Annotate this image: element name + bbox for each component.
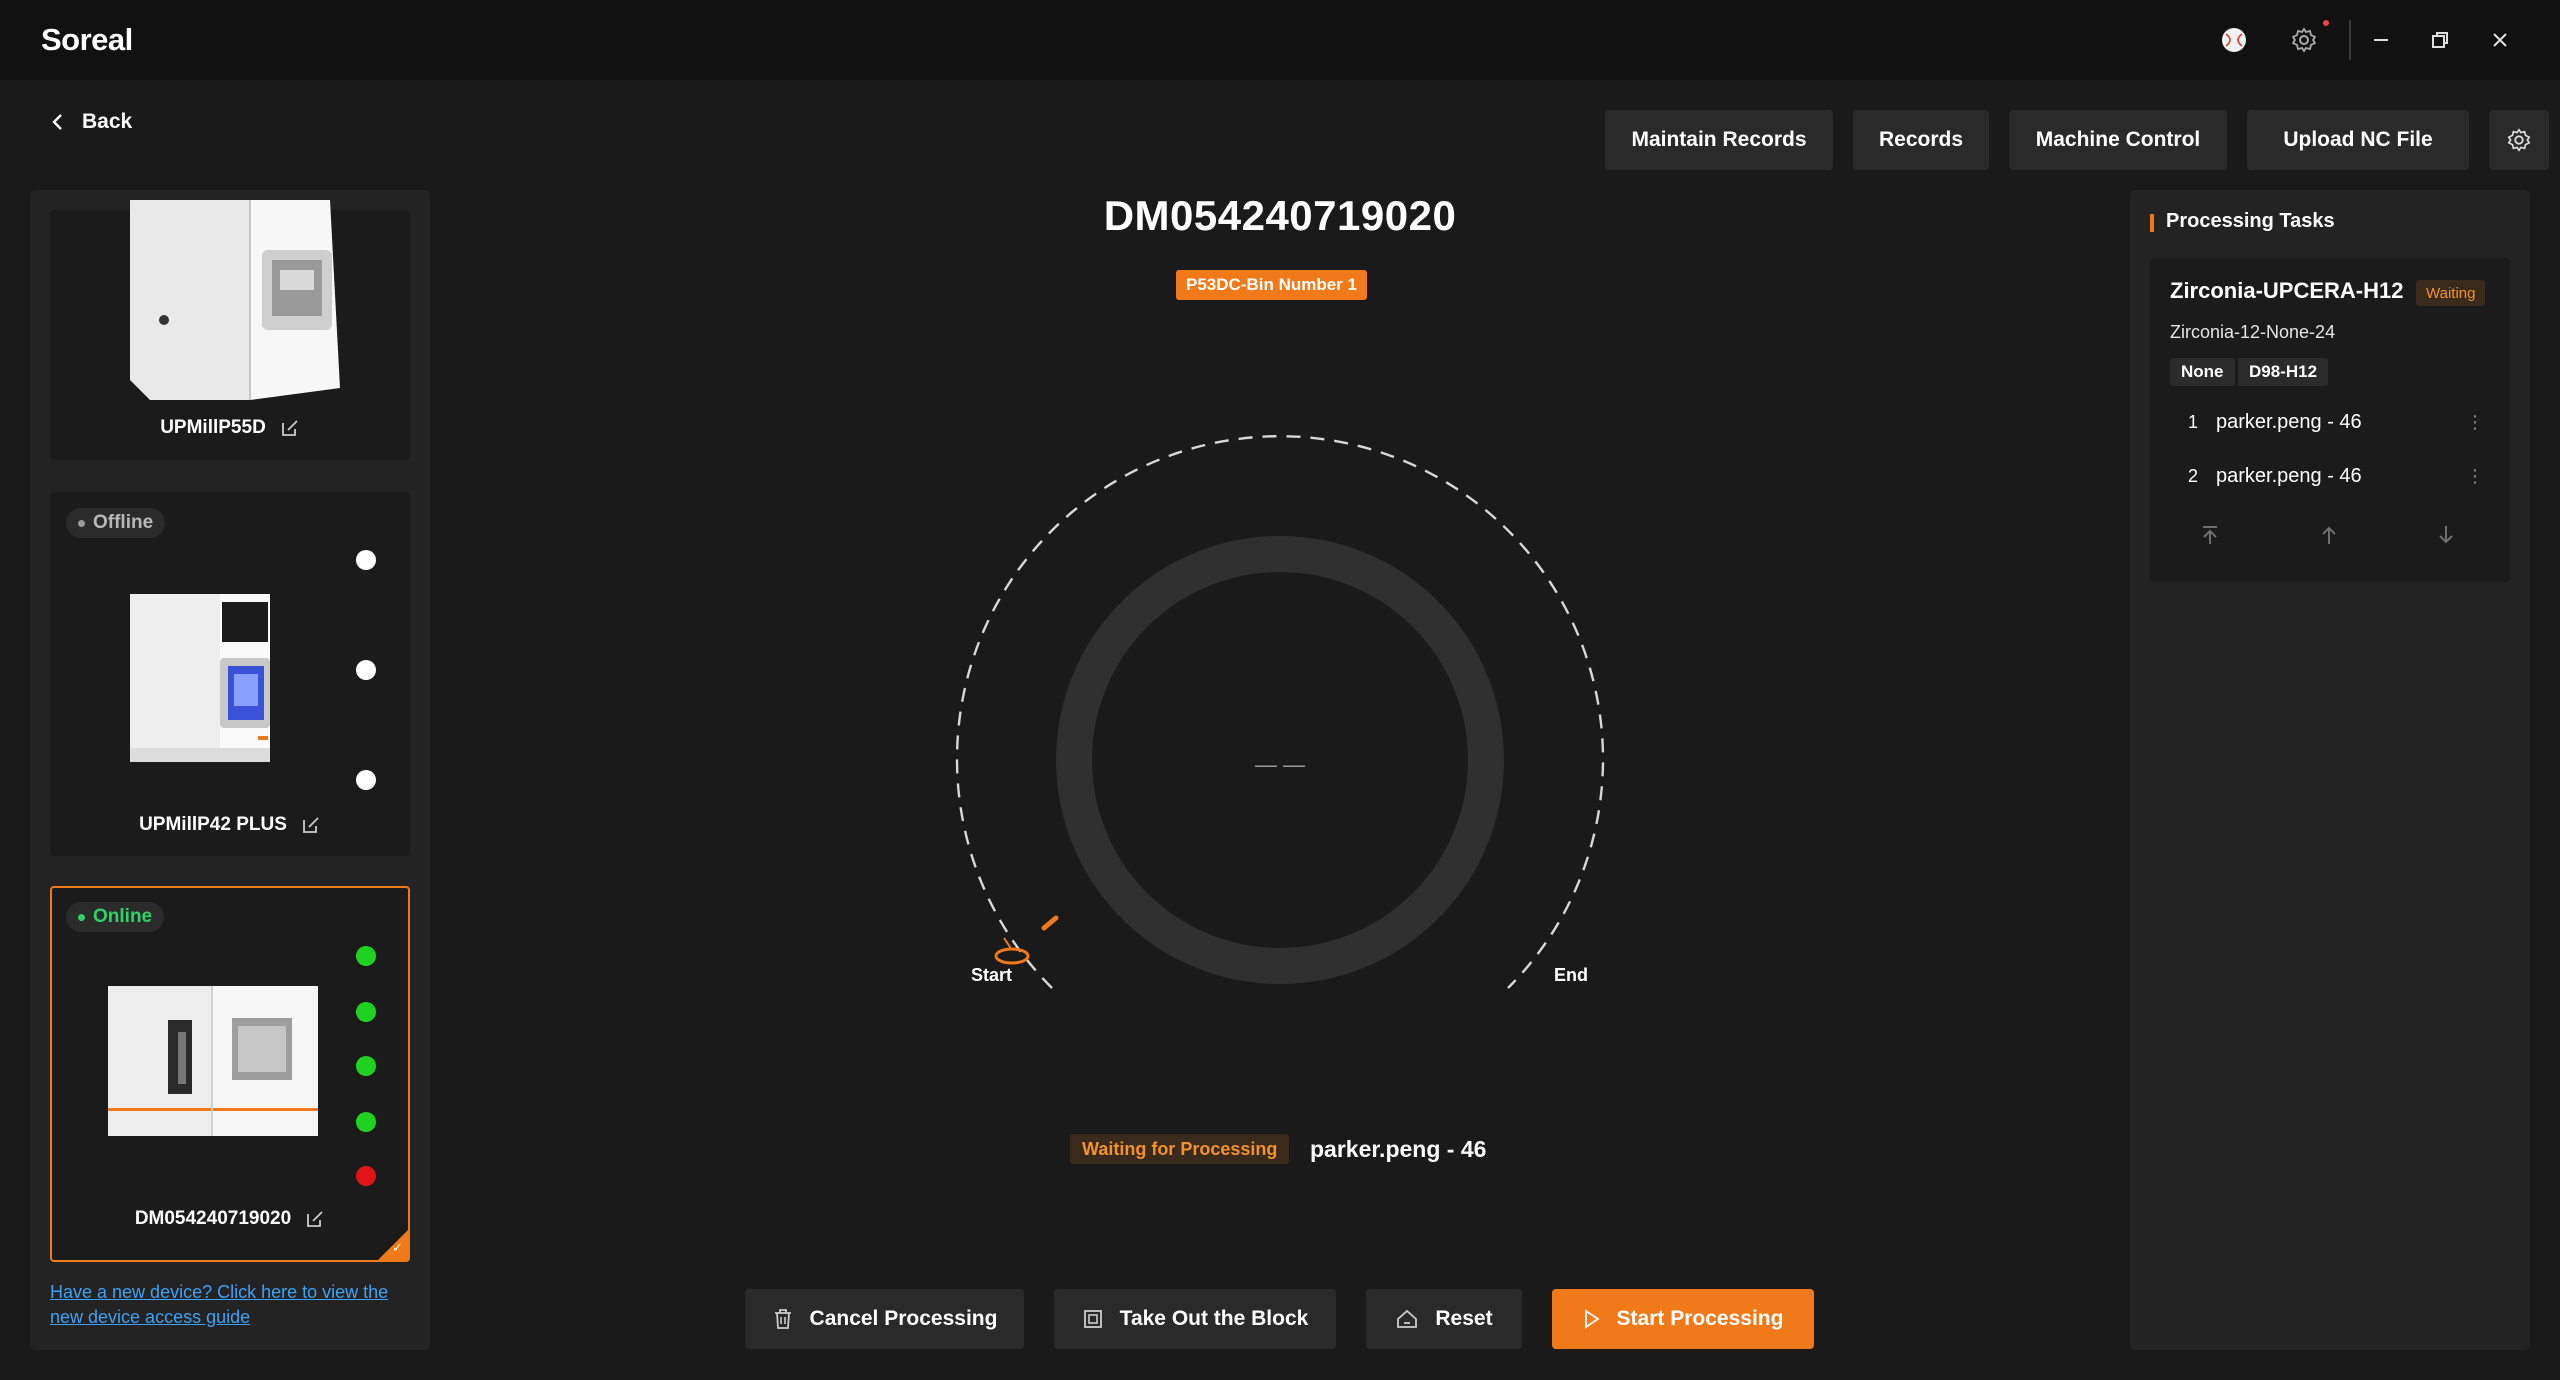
- settings-button[interactable]: [2489, 110, 2549, 170]
- device-card-upmillp55d[interactable]: UPMillP55D: [50, 200, 410, 460]
- maintain-records-button[interactable]: Maintain Records: [1605, 110, 1833, 170]
- device-image: [130, 594, 270, 762]
- device-name: UPMillP55D: [160, 417, 266, 438]
- task-row-user: parker.peng - 46: [2216, 464, 2362, 487]
- start-processing-button[interactable]: Start Processing: [1552, 1289, 1814, 1349]
- cancel-processing-button[interactable]: Cancel Processing: [745, 1289, 1024, 1349]
- led-indicator: [356, 660, 376, 680]
- home-icon: [1397, 1309, 1418, 1328]
- trash-icon: [774, 1309, 791, 1329]
- dial-start-label: Start: [971, 965, 1013, 985]
- led-indicator: [356, 550, 376, 570]
- led-indicator: [356, 1056, 376, 1076]
- move-up-icon[interactable]: [2314, 520, 2344, 550]
- more-vertical-icon[interactable]: ⋮: [2466, 466, 2484, 487]
- title-bar: Soreal: [0, 0, 2560, 80]
- device-image: [130, 200, 340, 400]
- device-card-upmillp42-plus[interactable]: Offline UPMillP42 PLUS: [50, 492, 410, 856]
- reset-button[interactable]: Reset: [1366, 1289, 1522, 1349]
- task-list-item[interactable]: 2 parker.peng - 46 ⋮: [2170, 456, 2490, 496]
- task-material: Zirconia-12-None-24: [2170, 322, 2336, 342]
- page-title: DM054240719020: [1103, 192, 1457, 239]
- dial-progress-value: — —: [1254, 752, 1306, 777]
- edit-icon[interactable]: [301, 815, 321, 835]
- selected-check-icon: ✓: [378, 1230, 408, 1260]
- records-button[interactable]: Records: [1853, 110, 1989, 170]
- device-name-row: UPMillP42 PLUS: [52, 814, 408, 836]
- led-indicator: [356, 1112, 376, 1132]
- current-task-user: parker.peng - 46: [1310, 1136, 1487, 1162]
- status-dot-icon: [78, 519, 85, 527]
- processing-tasks-panel: Processing Tasks Zirconia-UPCERA-H12 Wai…: [2130, 190, 2530, 1350]
- device-image: [108, 986, 318, 1136]
- device-name: UPMillP42 PLUS: [139, 814, 287, 835]
- panel-title: Processing Tasks: [2166, 210, 2335, 232]
- gear-icon: [2507, 128, 2531, 152]
- chevron-left-icon: [52, 114, 62, 130]
- back-button[interactable]: Back: [50, 110, 132, 134]
- task-status-badge: Waiting: [2416, 280, 2486, 306]
- led-indicator: [356, 1002, 376, 1022]
- cancel-processing-label: Cancel Processing: [809, 1307, 998, 1330]
- move-to-top-icon[interactable]: [2195, 520, 2225, 550]
- task-row-number: 2: [2187, 465, 2198, 486]
- task-card[interactable]: Zirconia-UPCERA-H12 Waiting Zirconia-12-…: [2150, 258, 2510, 582]
- settings-gear-icon[interactable]: [2288, 24, 2320, 56]
- processing-status-badge: Waiting for Processing: [1070, 1134, 1290, 1164]
- take-out-block-label: Take Out the Block: [1119, 1307, 1309, 1330]
- move-down-icon[interactable]: [2431, 520, 2461, 550]
- device-name-row: UPMillP55D: [52, 417, 408, 439]
- restore-window-icon[interactable]: [2424, 24, 2456, 56]
- baseball-avatar-icon[interactable]: [2218, 24, 2250, 56]
- progress-dial: [955, 435, 1605, 989]
- dial-end-label: End: [1554, 965, 1588, 985]
- app-logo: Soreal: [41, 22, 133, 57]
- more-vertical-icon[interactable]: ⋮: [2466, 412, 2484, 433]
- reset-label: Reset: [1435, 1307, 1493, 1330]
- device-card-dm054240719020[interactable]: Online DM054240719020 ✓: [50, 886, 410, 1262]
- bin-number-badge: P53DC-Bin Number 1: [1176, 270, 1367, 300]
- titlebar-separator: [2349, 20, 2351, 60]
- status-dot-icon: [78, 913, 85, 921]
- task-list-item[interactable]: 1 parker.peng - 46 ⋮: [2170, 402, 2490, 442]
- task-row-number: 1: [2187, 411, 2198, 432]
- led-indicator: [356, 770, 376, 790]
- device-name: DM054240719020: [134, 1208, 292, 1229]
- status-badge-offline: Offline: [66, 508, 166, 538]
- device-name-row: DM054240719020: [52, 1208, 408, 1230]
- new-device-guide-link[interactable]: Have a new device? Click here to view th…: [50, 1280, 410, 1330]
- task-row-user: parker.peng - 46: [2216, 410, 2362, 433]
- minimize-icon[interactable]: [2365, 24, 2397, 56]
- led-indicator: [356, 946, 376, 966]
- status-label: Offline: [93, 512, 154, 533]
- upload-nc-file-button[interactable]: Upload NC File: [2247, 110, 2469, 170]
- take-out-block-button[interactable]: Take Out the Block: [1054, 1289, 1336, 1349]
- back-label: Back: [82, 110, 133, 133]
- status-label: Online: [93, 906, 153, 927]
- close-window-icon[interactable]: [2484, 24, 2516, 56]
- block-icon: [1083, 1310, 1102, 1328]
- status-badge-online: Online: [66, 902, 165, 932]
- notification-dot-icon: [2323, 20, 2329, 26]
- edit-icon[interactable]: [280, 418, 300, 438]
- start-processing-label: Start Processing: [1616, 1307, 1784, 1330]
- play-icon: [1584, 1309, 1600, 1329]
- task-tag: None: [2170, 358, 2235, 386]
- device-list-panel: UPMillP55D Offline UPMillP42 PLUS Online…: [30, 190, 430, 1350]
- machine-control-button[interactable]: Machine Control: [2009, 110, 2227, 170]
- title-accent-bar: [2150, 214, 2154, 232]
- led-indicator: [356, 1166, 376, 1186]
- task-name: Zirconia-UPCERA-H12: [2170, 278, 2404, 303]
- task-tag: D98-H12: [2238, 358, 2329, 386]
- edit-icon[interactable]: [305, 1209, 325, 1229]
